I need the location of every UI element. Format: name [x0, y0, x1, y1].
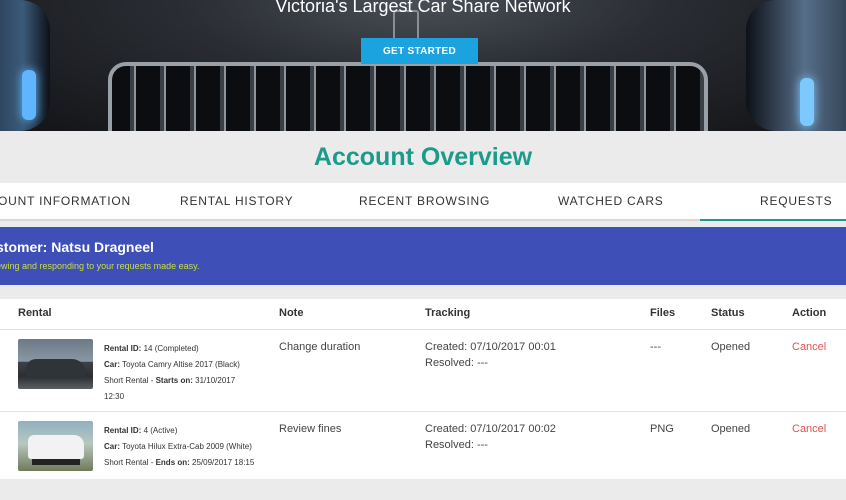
rental-details: Rental ID: 4 (Active) Car: Toyota Hilux … [104, 423, 254, 471]
rental-id-label: Rental ID: [104, 426, 142, 435]
rental-type: Short Rental - [104, 458, 156, 467]
date-value: 25/09/2017 18:15 [192, 458, 255, 467]
rental-details: Rental ID: 14 (Completed) Car: Toyota Ca… [104, 341, 240, 405]
divider [0, 329, 846, 330]
customer-name: stomer: Natsu Dragneel [0, 239, 154, 255]
col-header-note: Note [279, 307, 304, 319]
tracking-created: Created: 07/10/2017 00:02 [425, 423, 556, 435]
customer-banner: stomer: Natsu Dragneel ewing and respond… [0, 227, 846, 285]
col-header-rental: Rental [18, 307, 52, 319]
tab-account-information[interactable]: OUNT INFORMATION [0, 183, 131, 219]
tab-rental-history[interactable]: RENTAL HISTORY [180, 183, 293, 219]
cancel-link[interactable]: Cancel [792, 421, 826, 437]
table-row: Rental ID: 4 (Active) Car: Toyota Hilux … [0, 413, 846, 493]
note-cell: Change duration [279, 341, 361, 353]
rental-type: Short Rental - [104, 376, 156, 385]
files-cell: --- [650, 341, 661, 353]
page-title: Account Overview [313, 143, 533, 171]
car-grille-image [108, 62, 708, 131]
title-band: Account Overview [0, 131, 846, 183]
car-value: Toyota Hilux Extra-Cab 2009 (White) [122, 442, 252, 451]
headlight-right [746, 0, 846, 131]
car-thumbnail[interactable] [18, 421, 93, 471]
tab-requests[interactable]: REQUESTS [699, 183, 846, 221]
car-label: Car: [104, 360, 121, 369]
tracking-resolved: Resolved: --- [425, 439, 488, 451]
time-value: 12:30 [104, 392, 125, 401]
tracking-created: Created: 07/10/2017 00:01 [425, 341, 556, 353]
car-value: Toyota Camry Altise 2017 (Black) [122, 360, 240, 369]
date-label: Ends on: [155, 458, 190, 467]
hero-banner: Victoria's Largest Car Share Network GET… [0, 0, 846, 131]
rental-id-label: Rental ID: [104, 344, 142, 353]
get-started-button[interactable]: GET STARTED [361, 38, 478, 64]
col-header-files: Files [650, 307, 676, 319]
tab-recent-browsing[interactable]: RECENT BROWSING [359, 183, 490, 219]
requests-table: Rental Note Tracking Files Status Action… [0, 299, 846, 479]
note-cell: Review fines [279, 423, 342, 435]
col-header-tracking: Tracking [425, 307, 471, 319]
tab-watched-cars[interactable]: WATCHED CARS [558, 183, 664, 219]
car-label: Car: [104, 442, 121, 451]
headlight-left [0, 0, 50, 131]
cancel-link[interactable]: Cancel [792, 339, 826, 355]
divider [0, 411, 846, 412]
date-label: Starts on: [155, 376, 193, 385]
files-cell: PNG [650, 423, 674, 435]
car-thumbnail[interactable] [18, 339, 93, 389]
customer-subtitle: ewing and responding to your requests ma… [0, 261, 200, 271]
status-cell: Opened [711, 341, 751, 353]
rental-id-value: 14 (Completed) [143, 344, 199, 353]
tracking-resolved: Resolved: --- [425, 357, 488, 369]
account-tabs: OUNT INFORMATION RENTAL HISTORY RECENT B… [0, 183, 846, 221]
hero-tagline: Victoria's Largest Car Share Network [275, 0, 571, 16]
rental-id-value: 4 (Active) [143, 426, 178, 435]
date-value: 31/10/2017 [195, 376, 236, 385]
spacer [0, 285, 846, 299]
col-header-action: Action [792, 307, 827, 319]
table-row: Rental ID: 14 (Completed) Car: Toyota Ca… [0, 331, 846, 411]
status-cell: Opened [711, 423, 751, 435]
col-header-status: Status [711, 307, 745, 319]
